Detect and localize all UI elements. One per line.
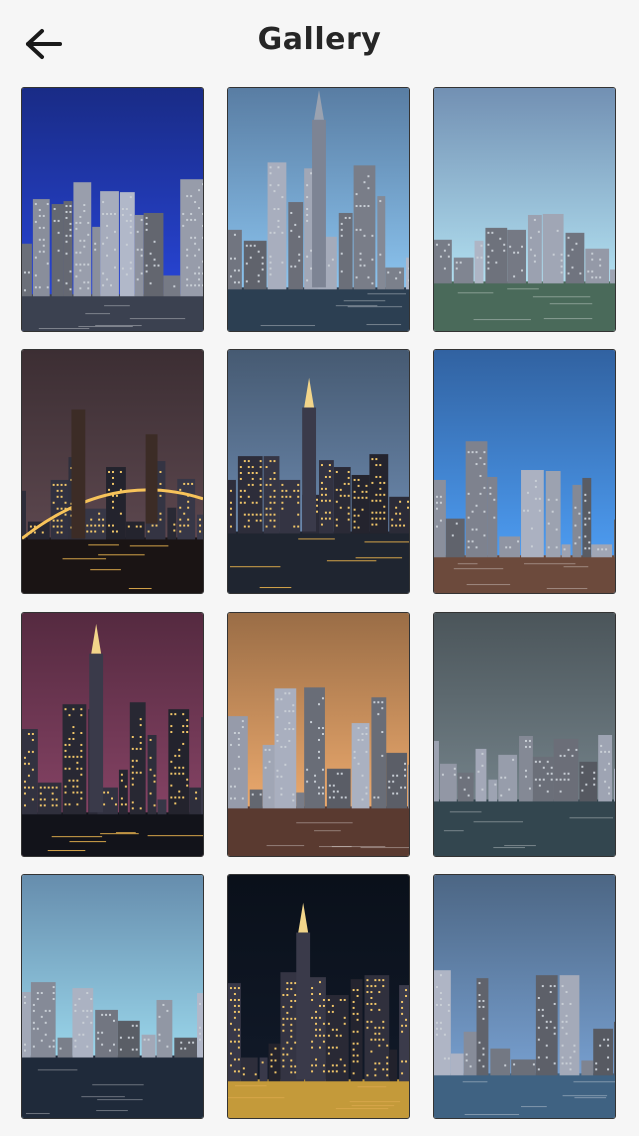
thumbnail-image [434,350,615,593]
gallery-thumbnail[interactable] [433,612,616,857]
gallery-grid [0,0,639,1136]
gallery-thumbnail[interactable] [227,349,410,594]
thumbnail-image [22,613,203,856]
thumbnail-image [228,875,409,1118]
thumbnail-image [434,88,615,331]
gallery-thumbnail[interactable] [21,87,204,332]
gallery-thumbnail[interactable] [227,612,410,857]
thumbnail-image [228,350,409,593]
thumbnail-image [22,875,203,1118]
gallery-thumbnail[interactable] [21,612,204,857]
thumbnail-image [434,875,615,1118]
gallery-thumbnail[interactable] [227,874,410,1119]
gallery-thumbnail[interactable] [21,349,204,594]
thumbnail-image [228,88,409,331]
thumbnail-image [434,613,615,856]
thumbnail-image [22,350,203,593]
thumbnail-image [22,88,203,331]
thumbnail-image [228,613,409,856]
gallery-thumbnail[interactable] [227,87,410,332]
gallery-thumbnail[interactable] [433,874,616,1119]
gallery-thumbnail[interactable] [21,874,204,1119]
gallery-thumbnail[interactable] [433,349,616,594]
gallery-thumbnail[interactable] [433,87,616,332]
